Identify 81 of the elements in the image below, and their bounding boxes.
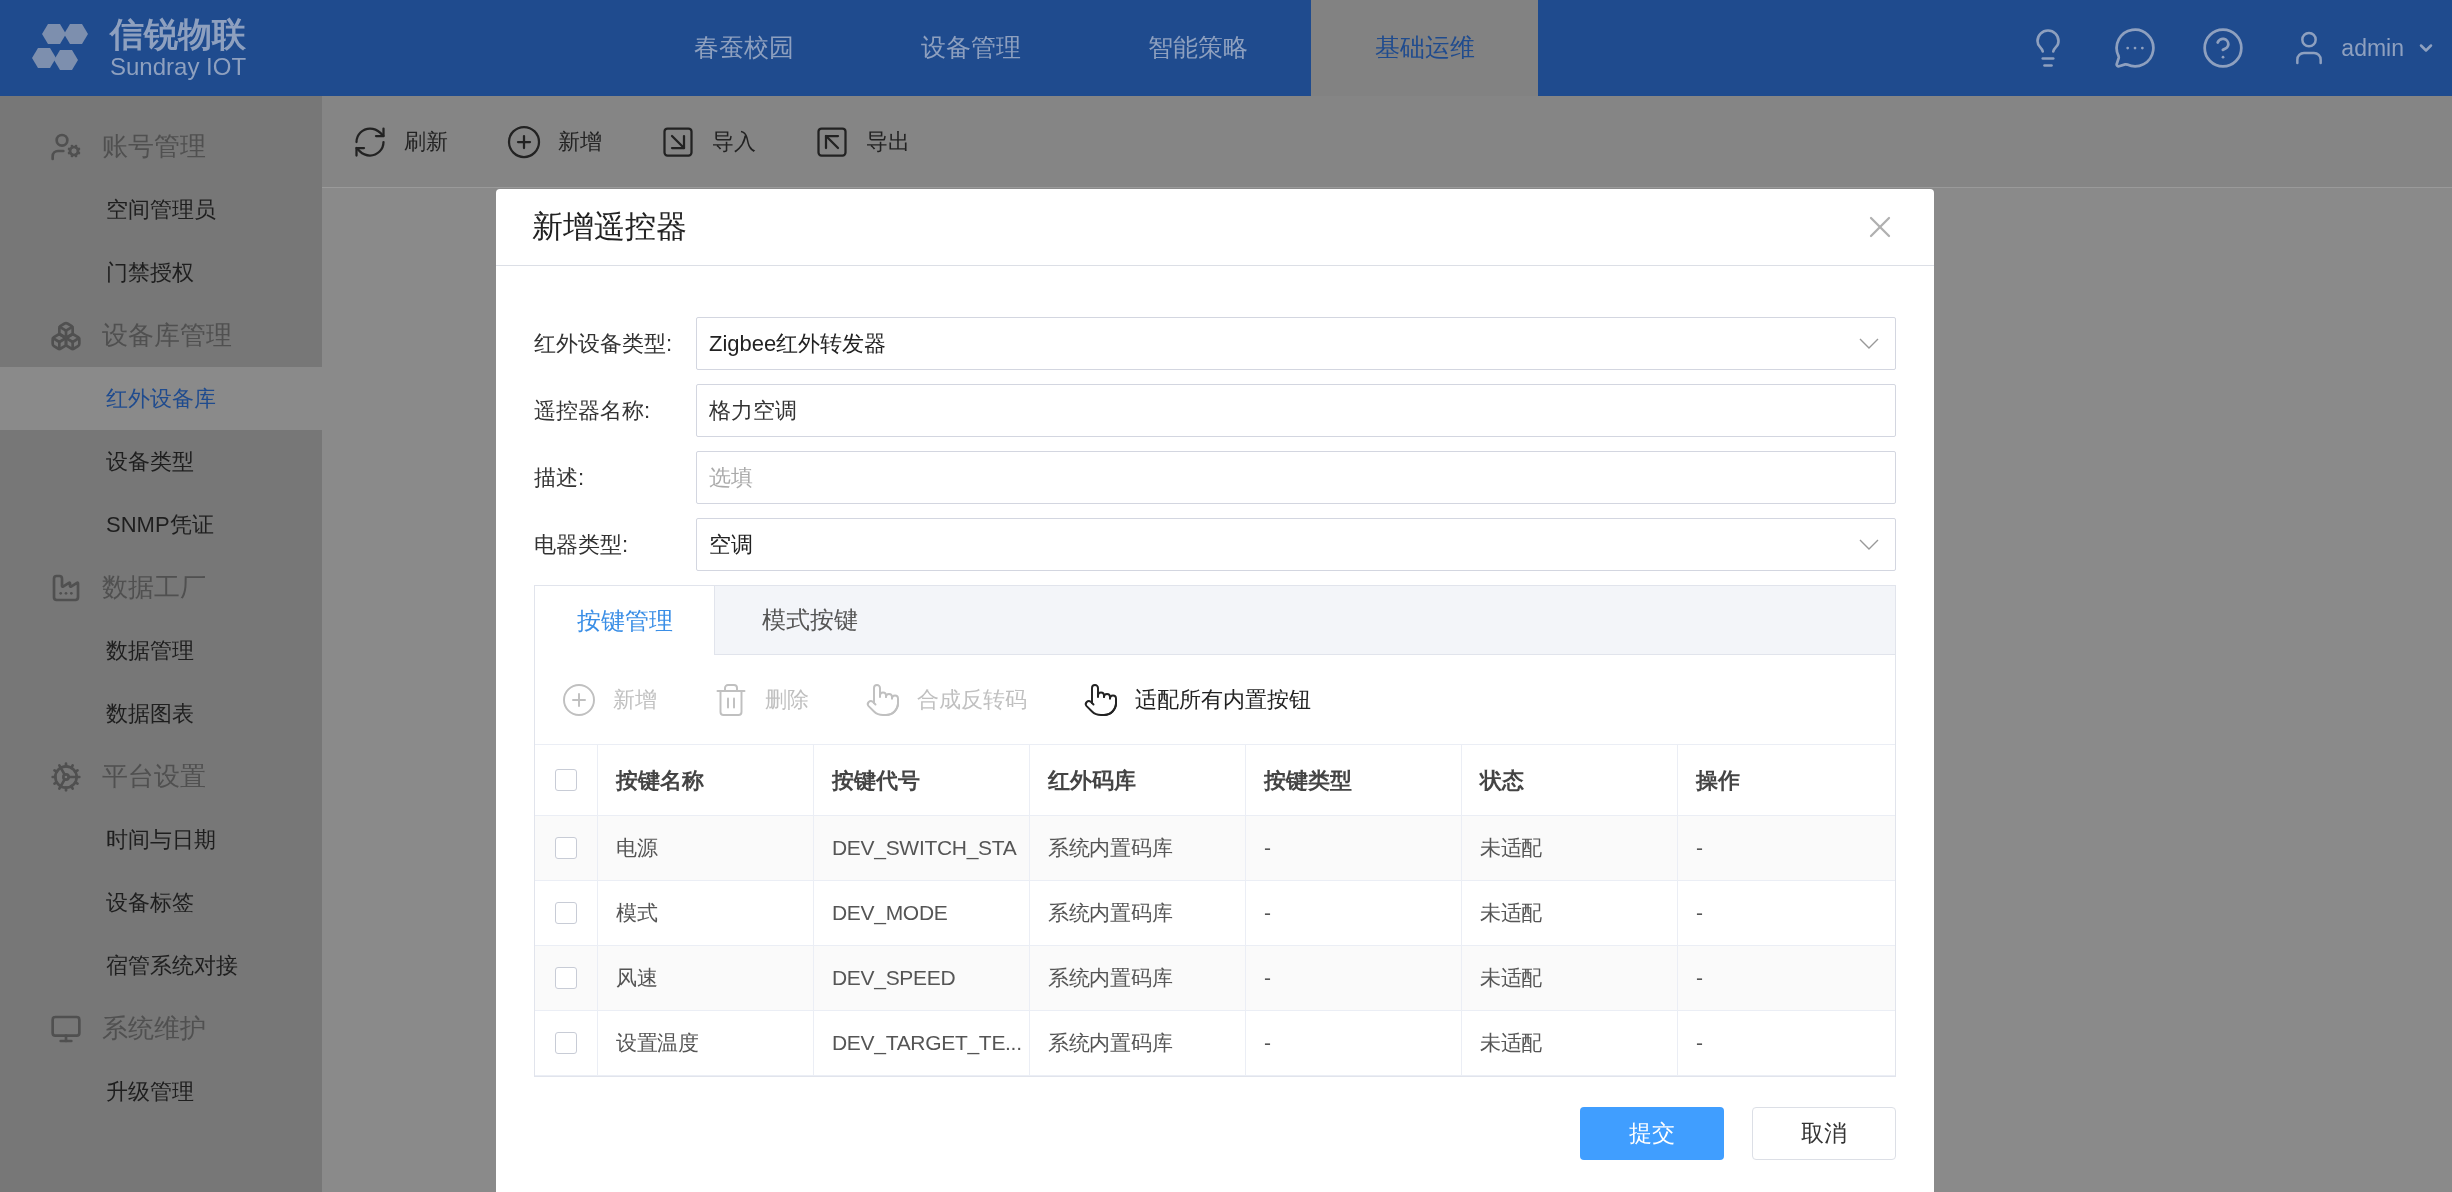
- select-field[interactable]: Zigbee红外转发器: [696, 317, 1896, 370]
- toolbar-button[interactable]: 导出: [814, 123, 910, 160]
- table-cell-text: DEV_SPEED: [832, 965, 956, 992]
- nav-tab[interactable]: 春蚕校园: [630, 0, 857, 96]
- nav-tab[interactable]: 智能策略: [1084, 0, 1311, 96]
- text-field[interactable]: 选填: [696, 451, 1896, 504]
- cancel-button[interactable]: 取消: [1752, 1107, 1896, 1160]
- table-cell-text: DEV_MODE: [832, 900, 948, 927]
- chat-icon[interactable]: [2113, 26, 2158, 70]
- table-cell-text: 模式: [616, 900, 658, 927]
- checkbox[interactable]: [555, 967, 577, 989]
- table-cell-text: -: [1264, 1030, 1271, 1057]
- action-button[interactable]: 适配所有内置按钮: [1083, 681, 1311, 718]
- sidebar-item[interactable]: 设备类型: [0, 430, 322, 493]
- sidebar-item[interactable]: 数据管理: [0, 619, 322, 682]
- column-header: 操作: [1696, 766, 1740, 795]
- field-label: 红外设备类型:: [534, 330, 674, 358]
- chevron-icon: [1859, 338, 1879, 349]
- table-cell-text: 设置温度: [616, 1030, 699, 1057]
- tab[interactable]: 模式按键: [715, 586, 905, 654]
- table-cell-text: -: [1696, 965, 1703, 992]
- table-cell-text: -: [1264, 965, 1271, 992]
- dialog-title: 新增遥控器: [532, 207, 687, 246]
- gear-icon: [50, 760, 82, 793]
- pointer-icon: [865, 681, 901, 718]
- column-header: 按键代号: [832, 766, 920, 795]
- field-label: 描述:: [534, 464, 586, 492]
- table-cell-text: 电源: [616, 835, 658, 862]
- table-cell-text: 系统内置码库: [1048, 900, 1173, 927]
- brand-name: 信锐物联: [110, 17, 247, 51]
- column-header: 红外码库: [1048, 766, 1136, 795]
- text-field[interactable]: 格力空调: [696, 384, 1896, 437]
- sidebar-item[interactable]: 门禁授权: [0, 241, 322, 304]
- table-cell-text: 未适配: [1480, 1030, 1543, 1057]
- sidebar-item[interactable]: 红外设备库: [0, 367, 322, 430]
- sidebar-item[interactable]: 升级管理: [0, 1060, 322, 1123]
- checkbox[interactable]: [555, 837, 577, 859]
- sidebar-item[interactable]: 数据图表: [0, 682, 322, 745]
- table-cell-text: DEV_TARGET_TE...: [832, 1030, 1022, 1057]
- table-cell-text: -: [1696, 1030, 1703, 1057]
- field-label: 遥控器名称:: [534, 397, 652, 425]
- sidebar-item[interactable]: SNMP凭证: [0, 493, 322, 556]
- pointer-icon: [1083, 681, 1119, 718]
- select-field[interactable]: 空调: [696, 518, 1896, 571]
- sidebar-item[interactable]: 空间管理员: [0, 178, 322, 241]
- table-cell-text: -: [1696, 835, 1703, 862]
- table-cell-text: 风速: [616, 965, 658, 992]
- sidebar-item[interactable]: 设备标签: [0, 871, 322, 934]
- tab[interactable]: 按键管理: [535, 586, 715, 655]
- table-cell-text: DEV_SWITCH_STA: [832, 835, 1017, 862]
- user-name[interactable]: admin: [2341, 30, 2404, 66]
- nav-tab[interactable]: 设备管理: [857, 0, 1084, 96]
- table-cell-text: -: [1264, 900, 1271, 927]
- table-cell-text: 系统内置码库: [1048, 965, 1173, 992]
- help-icon[interactable]: [2201, 26, 2246, 70]
- checkbox[interactable]: [555, 1032, 577, 1054]
- table-cell-text: 未适配: [1480, 900, 1543, 927]
- toolbar-button[interactable]: 新增: [506, 123, 602, 160]
- boxes-icon: [50, 319, 82, 352]
- sidebar-item[interactable]: 宿管系统对接: [0, 934, 322, 997]
- plus-icon: [506, 123, 542, 160]
- nav-tab[interactable]: 基础运维: [1311, 0, 1538, 96]
- table-cell-text: 未适配: [1480, 965, 1543, 992]
- table-cell-text: -: [1696, 900, 1703, 927]
- column-header: 按键名称: [616, 766, 704, 795]
- plus-icon: [561, 681, 597, 718]
- table-cell-text: -: [1264, 835, 1271, 862]
- toolbar-button[interactable]: 导入: [660, 123, 756, 160]
- table-cell-text: 系统内置码库: [1048, 1030, 1173, 1057]
- sidebar-item[interactable]: 时间与日期: [0, 808, 322, 871]
- table-cell-text: 系统内置码库: [1048, 835, 1173, 862]
- column-header: 按键类型: [1264, 766, 1352, 795]
- checkbox[interactable]: [555, 769, 577, 791]
- chevron-icon: [1859, 539, 1879, 550]
- field-label: 电器类型:: [534, 531, 630, 559]
- table-cell-text: 未适配: [1480, 835, 1543, 862]
- column-header: 状态: [1480, 766, 1524, 795]
- toolbar-button[interactable]: 刷新: [352, 123, 448, 160]
- brand-subtitle: Sundray IOT: [110, 55, 247, 79]
- checkbox[interactable]: [555, 902, 577, 924]
- submit-button[interactable]: 提交: [1580, 1107, 1724, 1160]
